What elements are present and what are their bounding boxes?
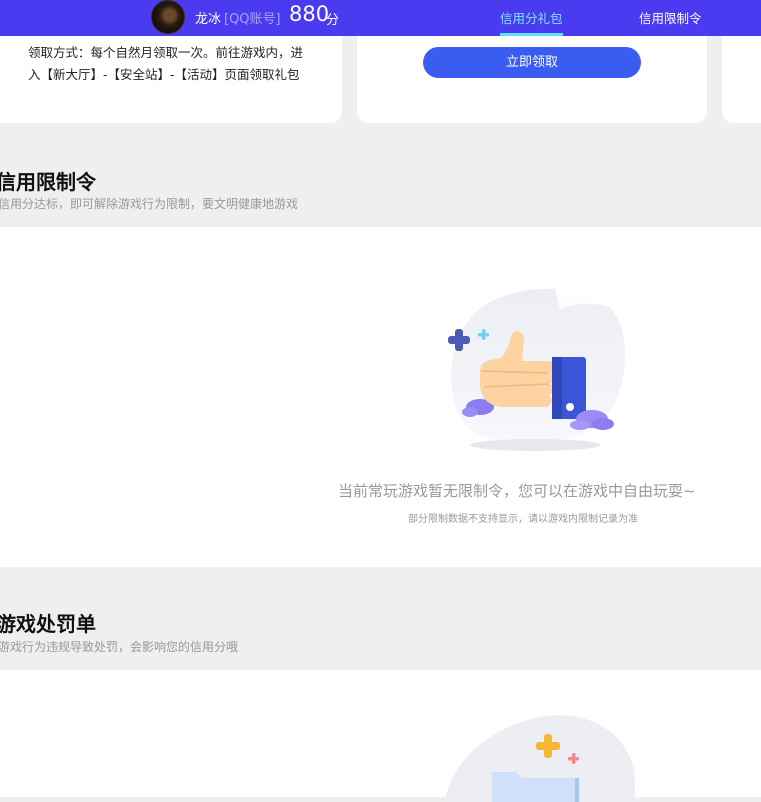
- credit-score: 880: [289, 2, 330, 26]
- active-tab-indicator: [500, 33, 563, 36]
- restriction-panel: 当前常玩游戏暂无限制令，您可以在游戏中自由玩耍~ 部分限制数据不支持显示，请以游…: [0, 227, 761, 567]
- top-bar: 龙冰 [QQ账号] 880 分 信用分礼包 信用限制令: [0, 0, 761, 36]
- tab-credit-restriction[interactable]: 信用限制令: [639, 8, 702, 27]
- avatar[interactable]: [151, 0, 185, 34]
- claim-now-button[interactable]: 立即领取: [423, 47, 641, 78]
- username: 龙冰: [195, 12, 222, 27]
- gift-claim-description: 领取方式：每个自然月领取一次。前往游戏内，进入【新大厅】-【安全站】-【活动】页…: [28, 45, 304, 82]
- restriction-section-subtitle: 信用分达标，即可解除游戏行为限制，要文明健康地游戏: [0, 197, 299, 211]
- penalty-section-title: 游戏处罚单: [0, 612, 96, 636]
- credit-score-unit: 分: [326, 13, 340, 28]
- tab-credit-gift[interactable]: 信用分礼包: [500, 8, 563, 27]
- restriction-empty-note: 部分限制数据不支持显示，请以游戏内限制记录为准: [408, 514, 638, 525]
- folder-illustration: [445, 715, 635, 802]
- account-type: [QQ账号]: [224, 12, 281, 27]
- thumbs-up-illustration: [448, 287, 625, 451]
- restriction-section-title: 信用限制令: [0, 170, 96, 194]
- restriction-empty-message: 当前常玩游戏暂无限制令，您可以在游戏中自由玩耍~: [338, 482, 696, 500]
- penalty-section-subtitle: 游戏行为违规导致处罚，会影响您的信用分哦: [0, 640, 239, 654]
- penalty-panel: [0, 670, 761, 802]
